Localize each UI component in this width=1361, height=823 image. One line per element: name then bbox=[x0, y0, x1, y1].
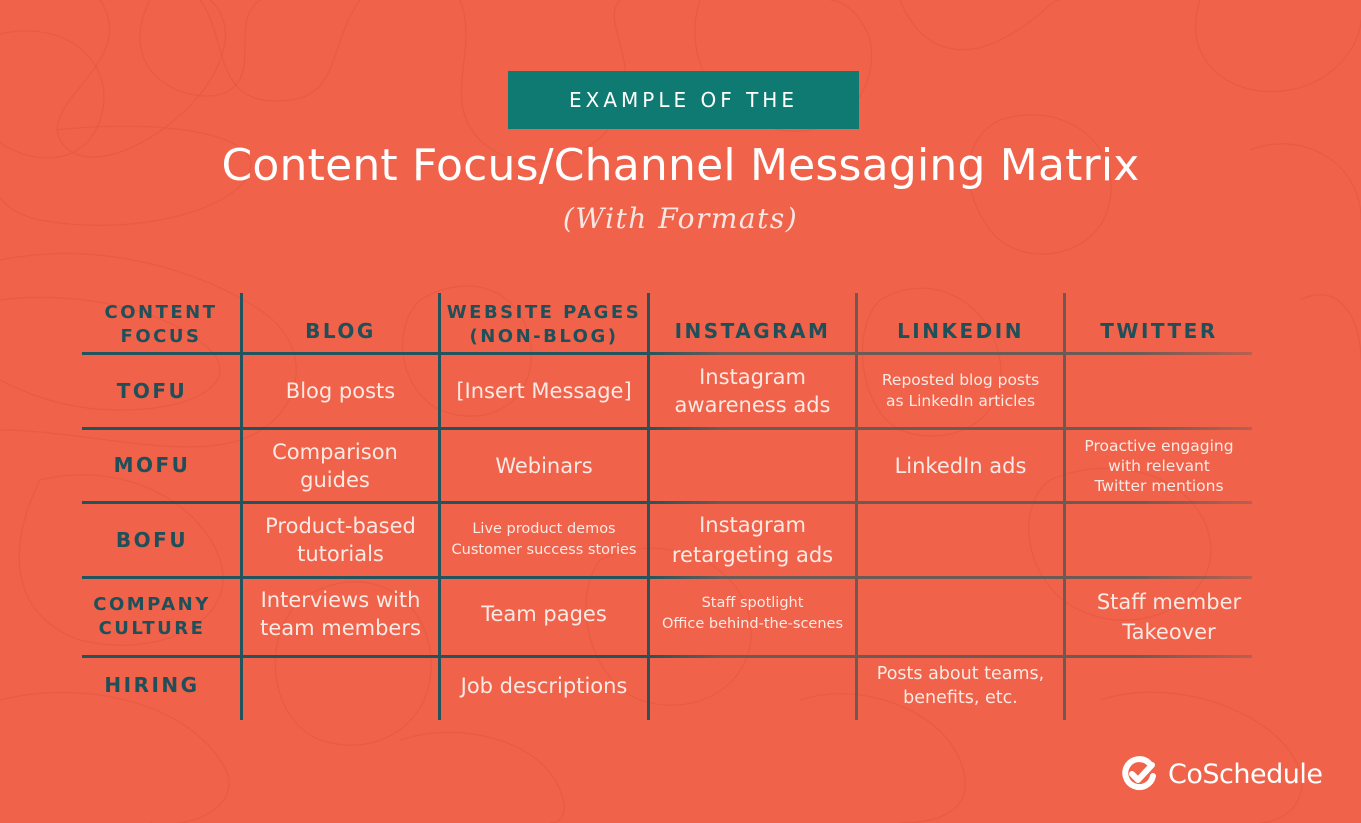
cell-tofu-instagram: Instagram awareness ads bbox=[674, 365, 831, 417]
row-label-bofu: BOFU bbox=[115, 527, 189, 552]
column-header-content-focus: CONTENT FOCUS bbox=[104, 302, 218, 347]
row-label-company-culture: COMPANY CULTURE bbox=[93, 594, 211, 639]
cell-bofu-linkedin bbox=[858, 504, 1063, 576]
cell-bofu-instagram: Instagram retargeting ads bbox=[671, 513, 834, 567]
row-label-hiring: HIRING bbox=[104, 673, 200, 697]
cell-mofu-instagram bbox=[650, 430, 855, 501]
messaging-matrix: CONTENT FOCUS BLOG WEBSITE PAGES (NON-BL… bbox=[82, 293, 1252, 720]
cell-bofu-blog: Product-based tutorials bbox=[265, 514, 416, 566]
cell-culture-website: Team pages bbox=[481, 602, 607, 626]
banner-label: EXAMPLE OF THE bbox=[569, 88, 798, 112]
cell-culture-instagram: Staff spotlight Office behind-the-scenes bbox=[661, 595, 844, 632]
cell-hiring-twitter bbox=[1066, 658, 1252, 713]
row-label-tofu: TOFU bbox=[116, 378, 188, 403]
column-header-linkedin: LINKEDIN bbox=[897, 319, 1024, 343]
page-subtitle: (With Formats) bbox=[562, 202, 799, 235]
cell-culture-blog: Interviews with team members bbox=[260, 588, 421, 640]
cell-hiring-website: Job descriptions bbox=[460, 673, 628, 698]
column-header-website-pages: WEBSITE PAGES (NON-BLOG) bbox=[446, 302, 642, 347]
cell-mofu-website: Webinars bbox=[495, 453, 593, 478]
cell-tofu-twitter bbox=[1066, 355, 1252, 427]
cell-bofu-website: Live product demos Customer success stor… bbox=[451, 521, 637, 558]
page-title: Content Focus/Channel Messaging Matrix bbox=[221, 140, 1140, 191]
cell-culture-linkedin bbox=[858, 579, 1063, 649]
cell-hiring-instagram bbox=[650, 658, 855, 713]
cell-tofu-website: [Insert Message] bbox=[456, 379, 632, 403]
cell-bofu-twitter bbox=[1066, 504, 1252, 576]
cell-hiring-linkedin: Posts about teams, benefits, etc. bbox=[876, 663, 1045, 708]
cell-mofu-linkedin: LinkedIn ads bbox=[894, 453, 1027, 478]
row-label-mofu: MOFU bbox=[113, 453, 191, 477]
header-banner: EXAMPLE OF THE bbox=[508, 71, 859, 129]
column-header-blog: BLOG bbox=[305, 319, 376, 343]
cell-culture-twitter: Staff member Takeover bbox=[1096, 590, 1242, 644]
logo-text: CoSchedule bbox=[1168, 758, 1323, 790]
cell-mofu-blog: Comparison guides bbox=[272, 439, 398, 492]
column-header-instagram: INSTAGRAM bbox=[674, 319, 831, 343]
cell-tofu-blog: Blog posts bbox=[285, 379, 396, 403]
cell-hiring-blog bbox=[243, 658, 438, 713]
cell-tofu-linkedin: Reposted blog posts as LinkedIn articles bbox=[881, 371, 1040, 410]
coschedule-logo: CoSchedule bbox=[1120, 754, 1323, 794]
coschedule-check-icon bbox=[1122, 756, 1156, 791]
column-header-twitter: TWITTER bbox=[1100, 319, 1218, 343]
cell-mofu-twitter: Proactive engaging with relevant Twitter… bbox=[1084, 436, 1234, 495]
